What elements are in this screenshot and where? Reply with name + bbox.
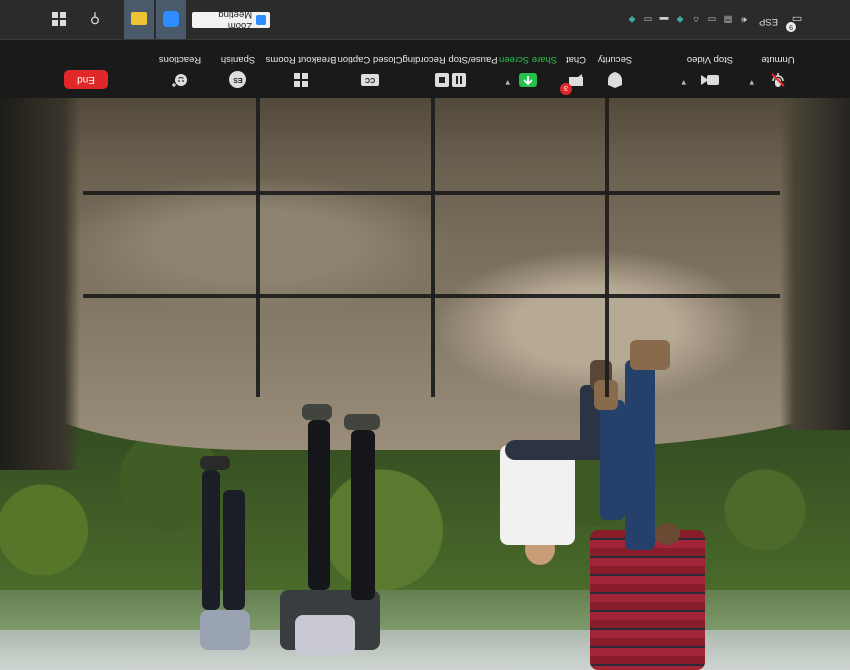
video-options-chevron-icon[interactable]: ▾ — [678, 78, 686, 88]
language-indicator[interactable]: ESP — [759, 16, 778, 27]
language-interpretation-button[interactable]: ES Spanish — [211, 43, 265, 95]
closed-caption-button[interactable]: CC Closed Caption — [338, 43, 402, 95]
tray-shield-icon[interactable]: ◆ — [674, 14, 686, 26]
grid-icon — [290, 69, 312, 91]
language-icon: ES — [227, 69, 249, 91]
battery-icon[interactable]: ▭ — [706, 14, 718, 26]
grid-line — [431, 95, 435, 397]
breakout-rooms-button[interactable]: Breakout Rooms — [266, 43, 336, 95]
video-camera-icon — [699, 69, 721, 91]
grid-line — [605, 95, 609, 397]
shadow-left — [780, 40, 850, 430]
zoom-task-button[interactable] — [156, 0, 186, 39]
share-arrow-icon — [517, 69, 539, 91]
cc-icon: CC — [359, 69, 381, 91]
shadow-right — [0, 40, 80, 470]
tray-app-icon[interactable]: ⌂ — [690, 14, 702, 26]
network-icon[interactable]: ▤ — [722, 14, 734, 26]
tray-app2-icon[interactable]: ◆ — [626, 14, 638, 26]
reactions-button[interactable]: Reactions — [150, 43, 210, 95]
windows-logo-icon — [52, 12, 66, 26]
tray-usb-icon[interactable]: ▭ — [642, 14, 654, 26]
zoom-app-icon — [256, 15, 266, 25]
folder-icon — [131, 12, 147, 26]
grid-line — [83, 294, 780, 298]
grid-line — [256, 95, 260, 397]
share-options-chevron-icon[interactable]: ▾ — [502, 78, 510, 88]
start-button[interactable] — [42, 0, 76, 39]
smiley-plus-icon — [169, 69, 191, 91]
zoom-icon — [163, 11, 179, 27]
windows-taskbar: ▭ 9 ESP 🔊︎ ▤ ▭ ⌂ ◆ ▬ ▭ ◆ Zoom Meeting ⚲ — [0, 0, 850, 40]
search-icon: ⚲ — [89, 11, 101, 28]
pause-stop-recording-button[interactable]: Pause/Stop Recording — [402, 43, 498, 95]
end-meeting-button[interactable]: End — [64, 70, 108, 89]
grid-overlay — [83, 95, 780, 397]
file-explorer-task-button[interactable] — [124, 0, 154, 39]
meeting-toolbar: Unmute ▾ Stop Video ▾ Security 3 Chat Sh… — [0, 40, 850, 98]
volume-icon[interactable]: 🔊︎ — [738, 14, 750, 26]
mic-muted-icon — [767, 69, 789, 91]
search-button[interactable]: ⚲ — [80, 0, 110, 39]
rotated-screenshot: Unmute ▾ Stop Video ▾ Security 3 Chat Sh… — [0, 0, 850, 670]
tray-device-icon[interactable]: ▬ — [658, 14, 670, 26]
shield-icon — [604, 69, 626, 91]
pause-stop-icon — [433, 69, 467, 91]
video-scene — [0, 40, 850, 670]
notification-icon[interactable]: ▭ 9 — [786, 11, 806, 32]
grid-line — [83, 191, 780, 195]
chat-bubble-icon: 3 — [560, 69, 587, 95]
zoom-window-title[interactable]: Zoom Meeting — [192, 9, 270, 31]
